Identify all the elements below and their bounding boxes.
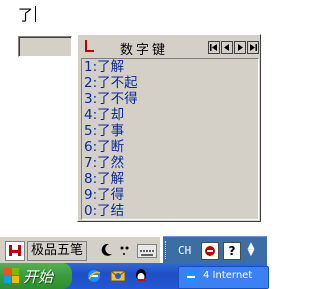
half-width-moon-icon[interactable] xyxy=(100,242,114,258)
language-indicator[interactable]: CH xyxy=(178,244,191,257)
candidate-header: 数字键 xyxy=(80,37,259,58)
language-bar: CH ? ▲ ▼ xyxy=(163,236,267,264)
start-button[interactable]: 开始 xyxy=(0,263,72,289)
candidate-window: 数字键 1:了解 2:了不起 3:了不得 4:了却 5:了事 6:了断 7:了然… xyxy=(77,34,261,222)
typed-text: 了 xyxy=(18,6,34,24)
candidate-item[interactable]: 1:了解 xyxy=(84,59,124,75)
candidate-title: 数字键 xyxy=(120,43,169,58)
windows-logo-icon xyxy=(4,268,19,283)
ie-icon[interactable] xyxy=(86,268,102,284)
page-nav xyxy=(208,41,260,54)
taskbar-item-label: 4 Internet xyxy=(203,270,253,281)
ime-logo-icon xyxy=(85,40,94,52)
prev-page-icon[interactable] xyxy=(221,41,233,54)
start-label: 开始 xyxy=(23,268,54,286)
taskbar: 开始 4 Internet xyxy=(0,263,269,289)
ime-name-button[interactable]: 极品五笔 xyxy=(27,241,88,261)
candidate-item[interactable]: 3:了不得 xyxy=(84,91,138,107)
taskbar-item-internet[interactable]: 4 Internet xyxy=(178,266,269,289)
soft-keyboard-icon[interactable] xyxy=(137,244,157,258)
qq-icon[interactable] xyxy=(133,268,149,284)
candidate-item[interactable]: 2:了不起 xyxy=(84,75,138,91)
candidate-item[interactable]: 6:了断 xyxy=(84,139,124,155)
candidate-item[interactable]: 8:了解 xyxy=(84,171,124,187)
candidate-item[interactable]: 5:了事 xyxy=(84,123,124,139)
ime-logo-icon[interactable] xyxy=(5,241,25,261)
ie-icon xyxy=(185,271,197,283)
input-method-icon[interactable] xyxy=(201,242,219,260)
next-page-icon[interactable] xyxy=(234,41,246,54)
ime-status-bar: 极品五笔 xyxy=(0,236,160,265)
composition-box xyxy=(18,36,72,57)
punctuation-icon[interactable] xyxy=(118,242,132,258)
text-caret xyxy=(35,6,36,22)
candidate-item[interactable]: 9:了得 xyxy=(84,187,124,203)
help-icon[interactable]: ? xyxy=(223,242,241,260)
options-arrow-icon[interactable]: ▲ ▼ xyxy=(247,242,255,258)
first-page-icon[interactable] xyxy=(208,41,220,54)
candidate-item[interactable]: 4:了却 xyxy=(84,107,124,123)
outlook-icon[interactable] xyxy=(110,268,126,284)
last-page-icon[interactable] xyxy=(247,41,259,54)
candidate-item[interactable]: 0:了结 xyxy=(84,203,124,219)
candidate-item[interactable]: 7:了然 xyxy=(84,155,124,171)
drag-handle[interactable] xyxy=(165,241,169,259)
candidate-list: 1:了解 2:了不起 3:了不得 4:了却 5:了事 6:了断 7:了然 8:了… xyxy=(81,58,259,220)
